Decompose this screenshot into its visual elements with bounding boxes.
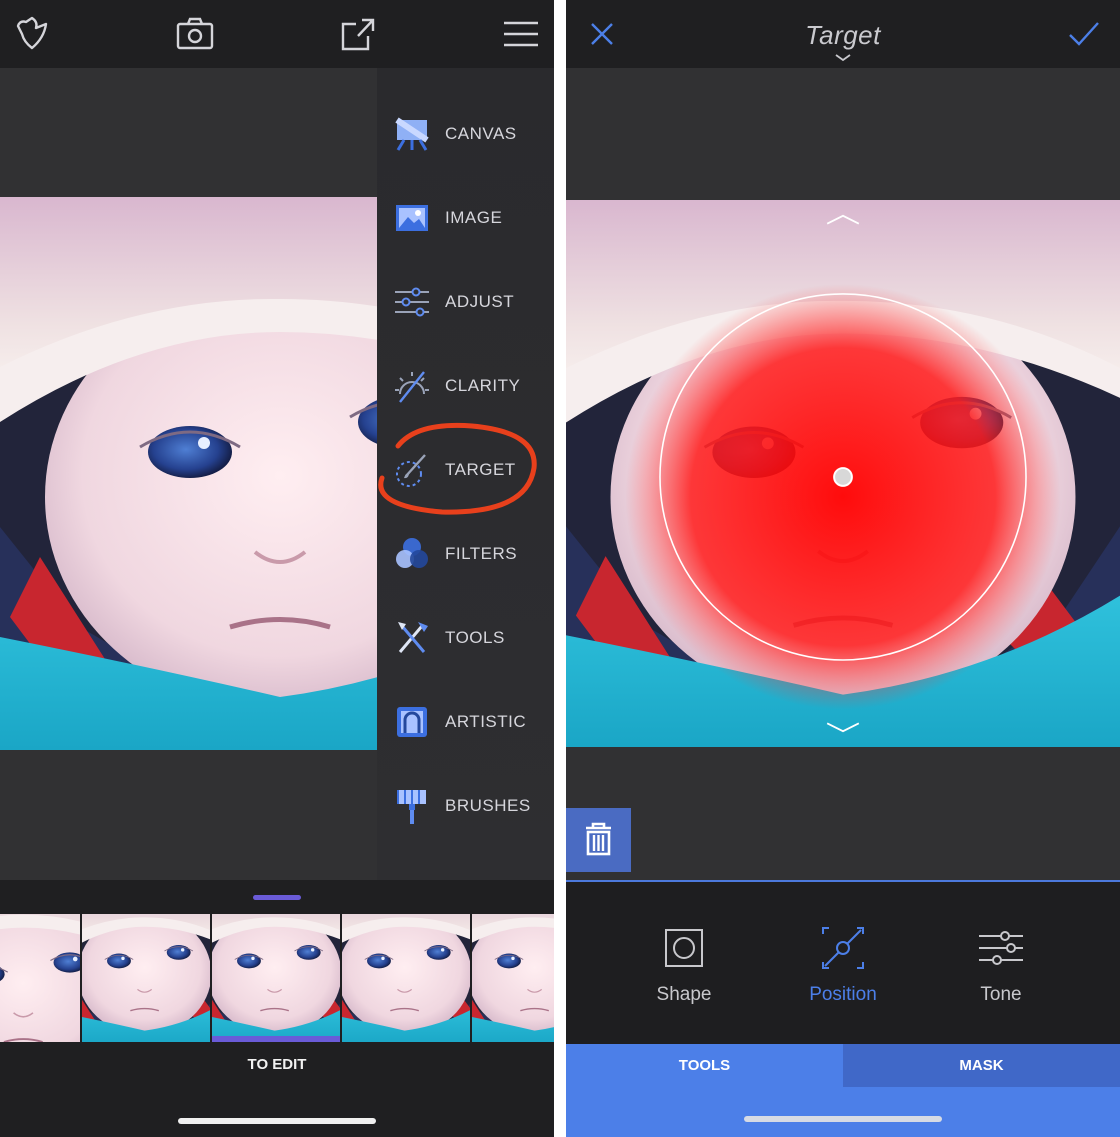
filmstrip-thumb[interactable] [82, 914, 210, 1042]
bird-logo-icon[interactable] [12, 14, 52, 54]
tab-tools[interactable]: TOOLS [566, 1044, 843, 1087]
home-indicator [744, 1116, 942, 1122]
to-edit-label[interactable]: TO EDIT [0, 1056, 554, 1073]
checkmark-icon[interactable] [1064, 14, 1104, 54]
menu-item-filters[interactable]: FILTERS [377, 512, 554, 596]
screen-divider [554, 0, 566, 1137]
home-indicator [178, 1118, 376, 1124]
menu-item-image[interactable]: IMAGE [377, 176, 554, 260]
tab-mask[interactable]: MASK [843, 1044, 1120, 1087]
tools-panel: Shape Position Tone [566, 882, 1120, 1044]
menu-item-target[interactable]: TARGET [377, 428, 554, 512]
image-icon [392, 198, 432, 238]
menu-item-clarity[interactable]: CLARITY [377, 344, 554, 428]
share-export-icon[interactable] [338, 14, 378, 54]
tools-icon [392, 618, 432, 658]
shape-circle-icon [665, 929, 703, 967]
sliders-icon [392, 282, 432, 322]
artistic-frame-icon [392, 702, 432, 742]
clarity-icon [392, 366, 432, 406]
bottom-tray: TO EDIT [0, 880, 554, 1137]
right-screen: Target Shape Position Tone TOOLS MASK [566, 0, 1120, 1137]
target-center-handle[interactable] [833, 467, 853, 487]
target-mask [625, 284, 1061, 710]
edit-menu: CANVAS IMAGE ADJUST CLARITY TARGET FILTE… [377, 68, 554, 880]
chevron-down-icon[interactable] [834, 54, 852, 62]
brush-icon [392, 786, 432, 826]
left-screen: CANVAS IMAGE ADJUST CLARITY TARGET FILTE… [0, 0, 554, 1137]
menu-item-artistic[interactable]: ARTISTIC [377, 680, 554, 764]
trash-icon [586, 822, 611, 856]
tray-handle[interactable] [253, 895, 301, 900]
menu-item-brushes[interactable]: BRUSHES [377, 764, 554, 848]
filmstrip [0, 914, 554, 1042]
bottom-tabs: TOOLS MASK [566, 1044, 1120, 1137]
menu-item-canvas[interactable]: CANVAS [377, 92, 554, 176]
page-title[interactable]: Target [566, 20, 1120, 51]
target-brush-icon [392, 450, 432, 490]
filmstrip-thumb-active[interactable] [212, 914, 340, 1042]
photo-preview[interactable] [0, 197, 377, 750]
tool-tone[interactable]: Tone [941, 922, 1061, 1006]
menu-item-adjust[interactable]: ADJUST [377, 260, 554, 344]
position-icon [822, 927, 864, 969]
canvas-easel-icon [392, 114, 432, 154]
filmstrip-thumb[interactable] [342, 914, 470, 1042]
hamburger-menu-icon[interactable] [501, 14, 541, 54]
filmstrip-thumb[interactable] [472, 914, 554, 1042]
camera-icon[interactable] [175, 14, 215, 54]
top-bar: Target [566, 0, 1120, 68]
menu-item-tools[interactable]: TOOLS [377, 596, 554, 680]
trash-button[interactable] [566, 808, 631, 872]
target-canvas[interactable] [566, 197, 1120, 750]
tool-position[interactable]: Position [783, 922, 903, 1006]
tool-shape[interactable]: Shape [624, 922, 744, 1006]
filters-icon [392, 534, 432, 574]
filmstrip-thumb[interactable] [0, 914, 80, 1042]
tone-sliders-icon [979, 931, 1023, 965]
top-bar [0, 0, 554, 68]
